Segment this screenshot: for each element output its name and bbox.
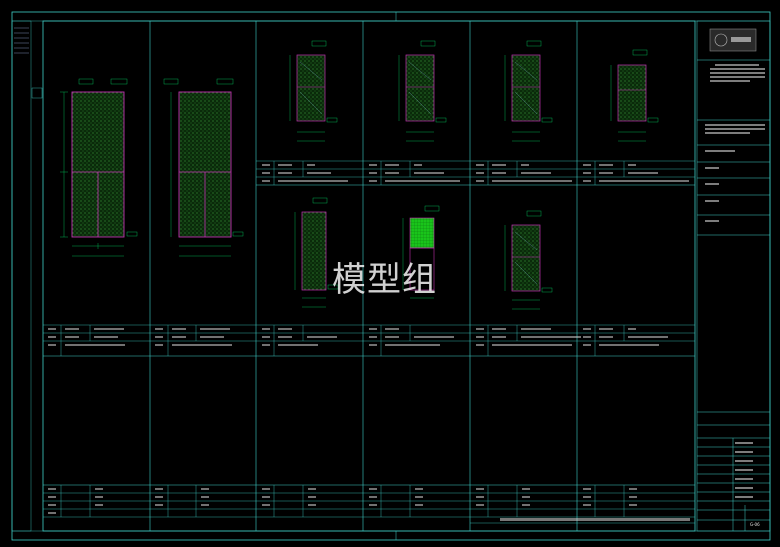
door-elevation-large-1 [60,78,138,257]
door-elevation-small-6 [504,210,553,310]
door-elevation-large-2 [163,78,244,257]
door-elevation-small-1 [289,40,338,142]
door-elevation-small-4 [610,49,659,142]
notes-line [470,518,695,524]
door-elevation-small-3 [504,40,553,142]
table-text-bars [48,164,689,514]
sheet-number: G-06 [750,522,760,527]
logo-seal-icon [709,28,757,52]
door-elevation-small-2 [398,40,447,142]
title-block [696,20,771,532]
title-block-text-bars [705,64,765,498]
watermark: 模型组 [332,260,437,300]
